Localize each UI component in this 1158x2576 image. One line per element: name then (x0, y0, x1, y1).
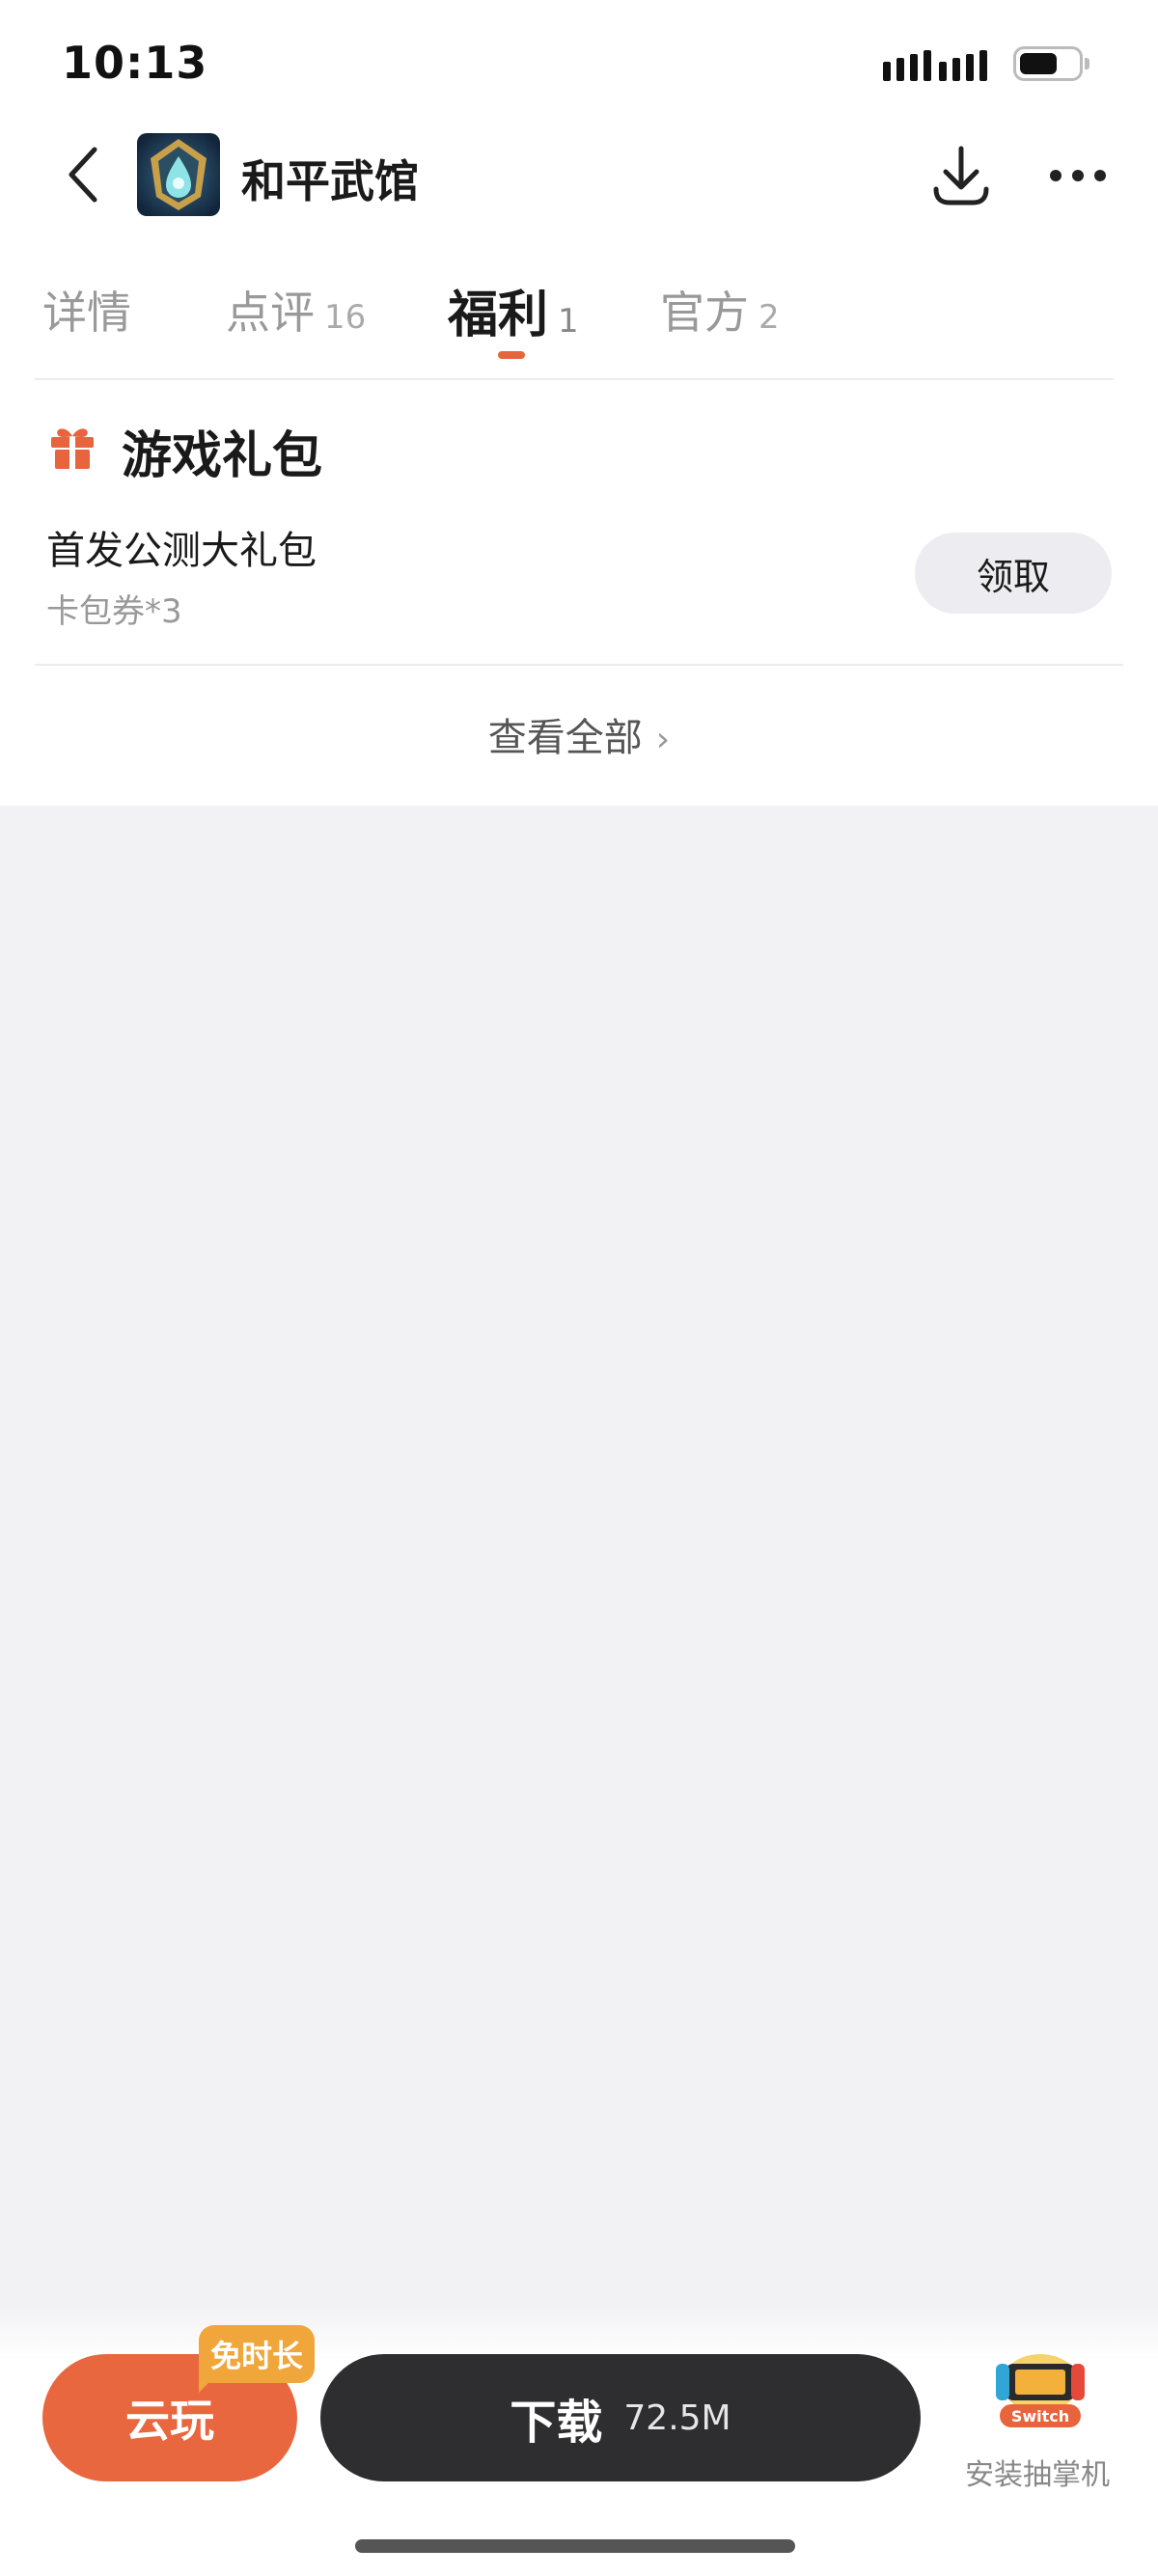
more-dots-icon[interactable] (1048, 164, 1108, 187)
view-all-label: 查看全部 (487, 716, 643, 760)
back-button[interactable] (58, 143, 108, 206)
tab-label: 福利 (448, 287, 549, 344)
home-indicator (355, 2539, 795, 2553)
tab-bar: 详情 点评 16 福利 1 官方 2 (0, 270, 1158, 376)
section-title: 游戏礼包 (122, 427, 323, 485)
tab-label: 点评 (226, 287, 315, 339)
chevron-right-icon: › (655, 720, 671, 759)
download-size: 72.5M (623, 2398, 731, 2438)
download-label: 下载 (510, 2396, 603, 2450)
free-time-badge: 免时长 (199, 2325, 315, 2383)
claim-button[interactable]: 领取 (915, 533, 1112, 614)
content-panel (0, 0, 1158, 806)
divider (35, 378, 1114, 380)
handheld-console-promo-icon[interactable]: Switch (980, 2327, 1100, 2439)
signal-icon (883, 50, 987, 81)
tab-official[interactable]: 官方 2 (660, 278, 780, 342)
tab-label: 详情 (42, 287, 131, 339)
gift-description: 卡包券*3 (46, 592, 182, 631)
view-all-link[interactable]: 查看全部 › (0, 706, 1158, 762)
chevron-left-icon (69, 147, 97, 203)
status-time: 10:13 (62, 37, 208, 89)
app-title: 和平武馆 (241, 155, 419, 207)
tab-benefits[interactable]: 福利 1 (448, 274, 579, 346)
tab-count: 1 (558, 302, 579, 341)
gift-name: 首发公测大礼包 (46, 529, 317, 573)
download-button[interactable]: 下载 72.5M (320, 2354, 921, 2481)
battery-tip (1085, 58, 1089, 69)
tab-details[interactable]: 详情 (42, 278, 131, 342)
promo-label[interactable]: 安装抽掌机 (955, 2451, 1119, 2493)
divider (35, 664, 1123, 666)
tab-count: 16 (324, 298, 367, 337)
promo-badge-text: Switch (1011, 2407, 1069, 2425)
app-icon (137, 133, 220, 216)
battery-icon (1013, 46, 1083, 81)
cloud-play-label: 云玩 (125, 2395, 214, 2447)
active-tab-indicator (498, 351, 525, 359)
tab-count: 2 (758, 298, 780, 337)
gift-icon (48, 423, 96, 471)
tab-label: 官方 (660, 287, 749, 339)
download-icon[interactable] (928, 143, 994, 208)
tab-reviews[interactable]: 点评 16 (226, 278, 366, 342)
